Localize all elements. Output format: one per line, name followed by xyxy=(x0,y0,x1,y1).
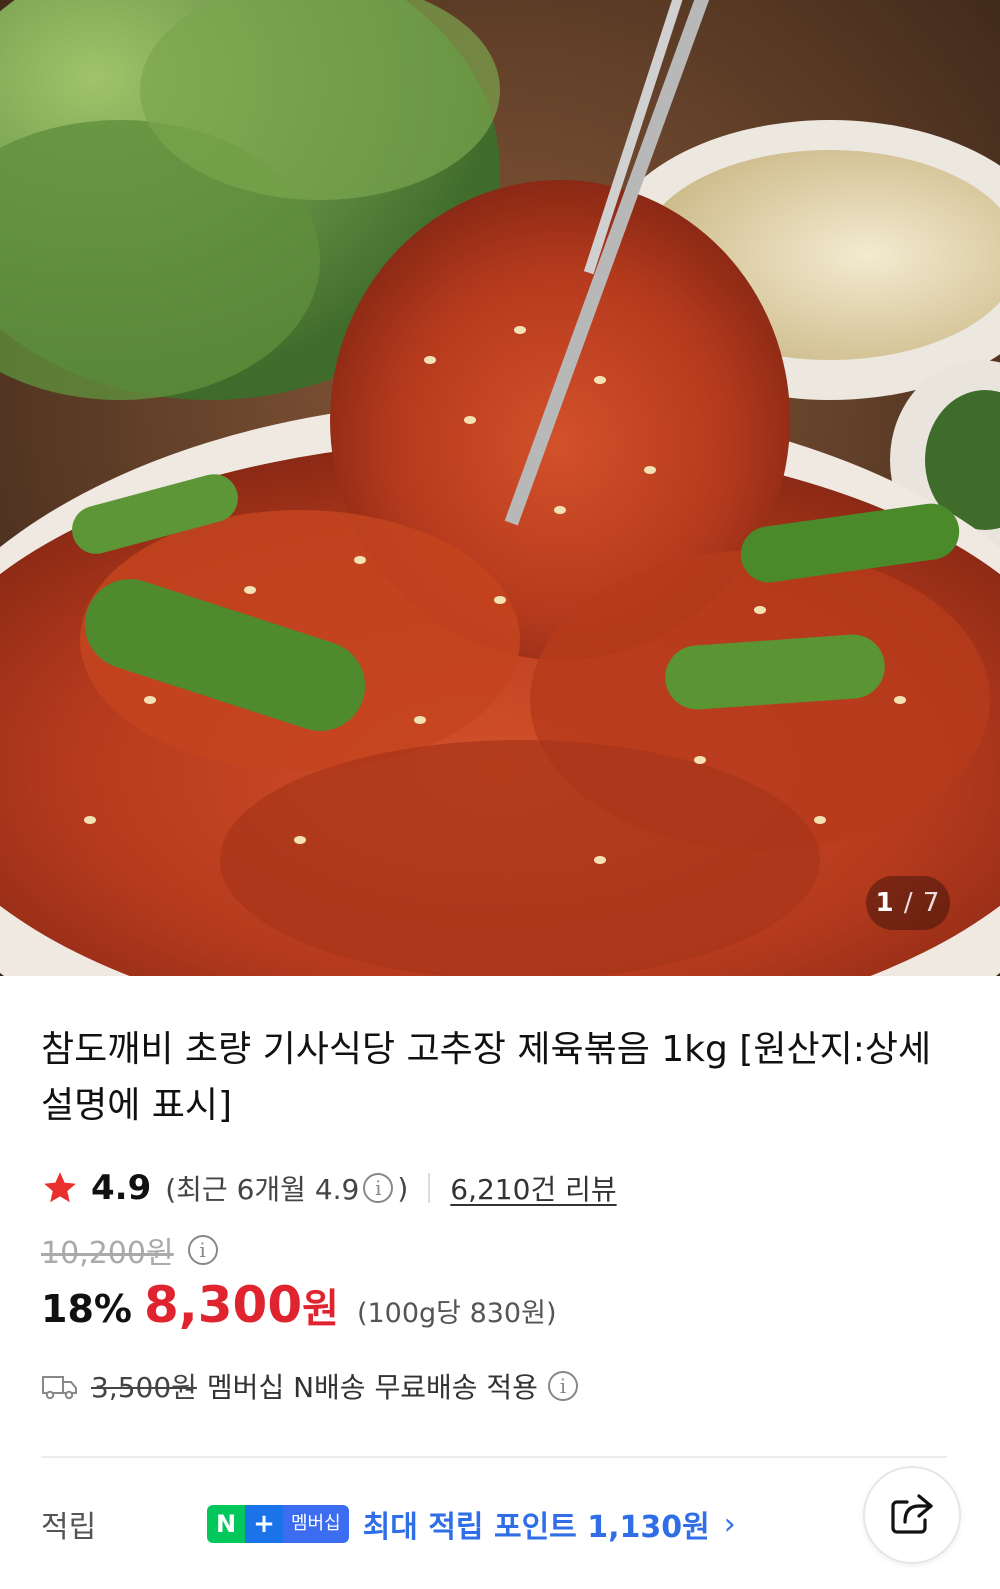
rating-recent-text: (최근 6개월 4.9 xyxy=(165,1173,360,1206)
product-title: 참도깨비 초량 기사식당 고추장 제육볶음 1kg [원산지:상세설명에 표시] xyxy=(41,1029,932,1126)
rating-recent-close: ) xyxy=(397,1171,409,1205)
points-text[interactable]: 최대 적립 포인트 1,130원 xyxy=(363,1502,710,1546)
rating-score: 4.9 xyxy=(91,1168,152,1208)
membership-badge: N + 멤버십 xyxy=(207,1505,349,1543)
original-price-row: 10,200원 i xyxy=(41,1228,222,1272)
share-button[interactable] xyxy=(863,1466,961,1564)
original-price: 10,200원 xyxy=(41,1236,174,1271)
pager-current: 1 xyxy=(875,888,895,918)
badge-n: N xyxy=(207,1505,245,1543)
points-label: 적립 xyxy=(41,1510,97,1545)
rating-recent: (최근 6개월 4.9 i ) xyxy=(165,1168,408,1208)
share-icon xyxy=(891,1494,933,1534)
rating-row: 4.9 (최근 6개월 4.9 i ) 6,210건 리뷰 xyxy=(41,1164,617,1212)
unit-price: (100g당 830원) xyxy=(356,1298,557,1329)
image-pager: 1 / 7 xyxy=(866,876,950,930)
section-divider xyxy=(41,1456,947,1458)
pager-separator: / xyxy=(903,888,914,918)
pager-total: 7 xyxy=(922,888,941,918)
sale-price-row: 18% 8,300 원 (100g당 830원) xyxy=(41,1276,556,1342)
shipping-fee: 3,500원 xyxy=(91,1371,197,1404)
discount-rate: 18% xyxy=(41,1287,132,1331)
points-row[interactable]: 적립 N + 멤버십 최대 적립 포인트 1,130원 › xyxy=(41,1496,736,1552)
product-photo xyxy=(0,0,1000,976)
product-image[interactable]: 1 / 7 xyxy=(0,0,1000,976)
truck-icon xyxy=(42,1376,77,1400)
star-icon xyxy=(44,1172,76,1203)
chevron-right-icon[interactable]: › xyxy=(724,1507,736,1542)
sale-price: 8,300 xyxy=(143,1276,303,1334)
shipping-text: 멤버십 N배송 무료배송 적용 xyxy=(206,1371,538,1404)
shipping-row: 3,500원 멤버십 N배송 무료배송 적용 i xyxy=(41,1364,582,1408)
divider xyxy=(428,1173,431,1203)
review-count-link[interactable]: 6,210건 리뷰 xyxy=(450,1168,616,1208)
price-info-icon[interactable]: i xyxy=(187,1235,218,1265)
badge-label: 멤버십 xyxy=(283,1505,349,1543)
shipping-info-icon[interactable]: i xyxy=(547,1371,578,1401)
sale-price-unit: 원 xyxy=(302,1286,339,1332)
info-icon[interactable]: i xyxy=(363,1173,394,1203)
badge-plus: + xyxy=(245,1505,283,1543)
